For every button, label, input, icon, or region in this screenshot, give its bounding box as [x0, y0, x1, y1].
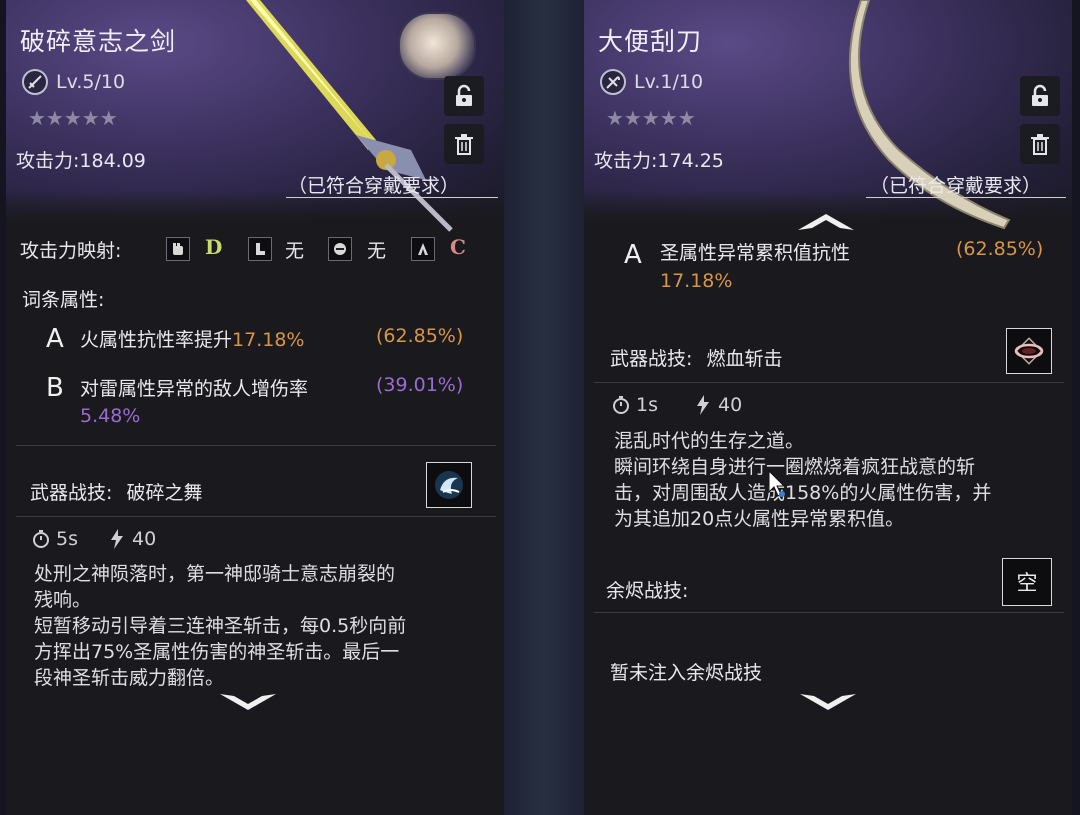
scaling-grade-3: 无: [367, 240, 387, 262]
fist-icon: [166, 237, 190, 261]
skill-icon-button[interactable]: [426, 462, 472, 508]
level-row: Lv.5/10: [22, 69, 125, 95]
scaling-grade-4: C: [450, 235, 466, 259]
scroll-down-chevron[interactable]: [798, 690, 858, 714]
energy-icon: [697, 395, 709, 415]
skill-cost-row: 5s 40: [32, 528, 156, 550]
attack-value: 攻击力:174.25: [594, 150, 724, 172]
affix-b-range: (39.01%): [376, 374, 464, 396]
skill-divider: [16, 516, 496, 517]
description-line: 短暂移动引导着三连神圣斩击，每0.5秒向前: [34, 615, 407, 637]
scaling-grade-2: 无: [285, 240, 305, 262]
blood-slash-icon: [1014, 337, 1044, 365]
description-line: 方挥出75%圣属性伤害的神圣斩击。最后一: [34, 641, 400, 663]
skill-description: 处刑之神陨落时，第一神邸骑士意志崩裂的 残响。 短暂移动引导着三连神圣斩击，每0…: [34, 561, 504, 691]
boot-icon: [248, 237, 272, 261]
affix-b-text: 对雷属性异常的敌人增伤率: [80, 378, 309, 400]
affix-a-letter: A: [46, 324, 64, 354]
attack-value: 攻击力:184.09: [16, 150, 146, 172]
affix-label: 词条属性:: [22, 289, 105, 311]
cooldown-icon: [613, 396, 629, 414]
equip-requirement: （已符合穿戴要求）: [870, 175, 1042, 197]
affix-b-value: 5.48%: [80, 405, 141, 427]
weapon-level: Lv.5/10: [56, 71, 126, 93]
head-icon: [328, 237, 352, 261]
cooldown-value: 5s: [56, 528, 78, 550]
section-divider: [16, 445, 496, 446]
scaling-grade-1: D: [205, 235, 223, 259]
mouse-cursor-icon: [768, 470, 786, 497]
skill-description: 混乱时代的生存之道。 瞬间环绕自身进行一圈燃烧着疯狂战意的斩 击，对周围敌人造成…: [614, 428, 1070, 532]
cooldown-icon: [33, 530, 49, 548]
lock-button[interactable]: [444, 76, 484, 116]
requirement-underline: [866, 197, 1066, 198]
ember-empty-text: 暂未注入余烬战技: [610, 662, 763, 684]
skill-icon-button[interactable]: [1006, 328, 1052, 374]
description-line: 击，对周围敌人造成158%的火属性伤害，并: [614, 482, 992, 504]
description-line: 残响。: [34, 589, 92, 611]
description-line: 处刑之神陨落时，第一神邸骑士意志崩裂的: [34, 563, 396, 585]
scythe-type-icon: [600, 69, 626, 95]
equip-requirement: （已符合穿戴要求）: [288, 175, 460, 197]
skill-row: 武器战技: 燃血斩击: [610, 344, 782, 371]
cost-value: 40: [132, 528, 157, 550]
trash-icon: [1031, 134, 1049, 155]
character-avatar[interactable]: [398, 12, 476, 80]
energy-icon: [111, 529, 123, 549]
requirement-underline: [286, 197, 498, 198]
weapon-card-left[interactable]: 破碎意志之剑 Lv.5/10 ★★★★★ 攻击力:184.09 （已符合穿戴要求…: [6, 0, 504, 815]
affix-a-range: (62.85%): [956, 238, 1044, 260]
scroll-up-chevron[interactable]: [796, 212, 856, 234]
affix-a-range: (62.85%): [376, 325, 464, 347]
description-line: 瞬间环绕自身进行一圈燃烧着疯狂战意的斩: [614, 456, 976, 478]
ember-skill-label: 余烬战技:: [606, 580, 689, 602]
skill-divider: [594, 382, 1064, 383]
weapon-name: 破碎意志之剑: [20, 27, 177, 56]
affix-b-letter: B: [46, 373, 64, 403]
description-line: 混乱时代的生存之道。: [614, 430, 805, 452]
affix-a-letter: A: [624, 240, 642, 270]
cost-value: 40: [718, 394, 743, 416]
trash-icon: [455, 134, 473, 155]
panel-gap: [504, 0, 584, 815]
unlock-icon: [1032, 84, 1048, 106]
delete-button[interactable]: [1020, 124, 1060, 164]
affix-a: 火属性抗性率提升17.18%: [80, 325, 304, 352]
affix-a-text: 圣属性异常累积值抗性: [660, 242, 851, 264]
cooldown-value: 1s: [636, 394, 658, 416]
scroll-down-chevron[interactable]: [218, 690, 278, 714]
whirlwind-icon: [435, 471, 463, 499]
star-rating: ★★★★★: [28, 106, 118, 130]
scaling-label: 攻击力映射:: [20, 240, 122, 262]
ember-divider: [594, 612, 1064, 613]
affix-a-value: 17.18%: [232, 329, 305, 351]
sword-type-icon: [22, 69, 48, 95]
level-row: Lv.1/10: [600, 69, 703, 95]
description-line: 为其追加20点火属性异常累积值。: [614, 508, 905, 530]
skill-cost-row: 1s 40: [612, 394, 742, 416]
ember-skill-slot[interactable]: 空: [1002, 558, 1052, 606]
weapon-level: Lv.1/10: [634, 71, 704, 93]
weapon-name: 大便刮刀: [598, 27, 703, 56]
description-line: 段神圣斩击威力翻倍。: [34, 667, 225, 689]
unlock-icon: [456, 84, 472, 106]
skill-name: 燃血斩击: [706, 348, 783, 370]
affix-a-value: 17.18%: [660, 270, 733, 292]
delete-button[interactable]: [444, 124, 484, 164]
skill-row: 武器战技: 破碎之舞: [30, 478, 202, 505]
affix-a-text: 火属性抗性率提升: [80, 329, 233, 351]
lock-button[interactable]: [1020, 76, 1060, 116]
weapon-card-right[interactable]: 大便刮刀 Lv.1/10 ★★★★★ 攻击力:174.25 （已符合穿戴要求） …: [584, 0, 1072, 815]
skill-label: 武器战技:: [30, 482, 113, 504]
skill-name: 破碎之舞: [126, 482, 203, 504]
hands-icon: [411, 237, 435, 261]
skill-label: 武器战技:: [610, 348, 693, 370]
star-rating: ★★★★★: [606, 106, 696, 130]
